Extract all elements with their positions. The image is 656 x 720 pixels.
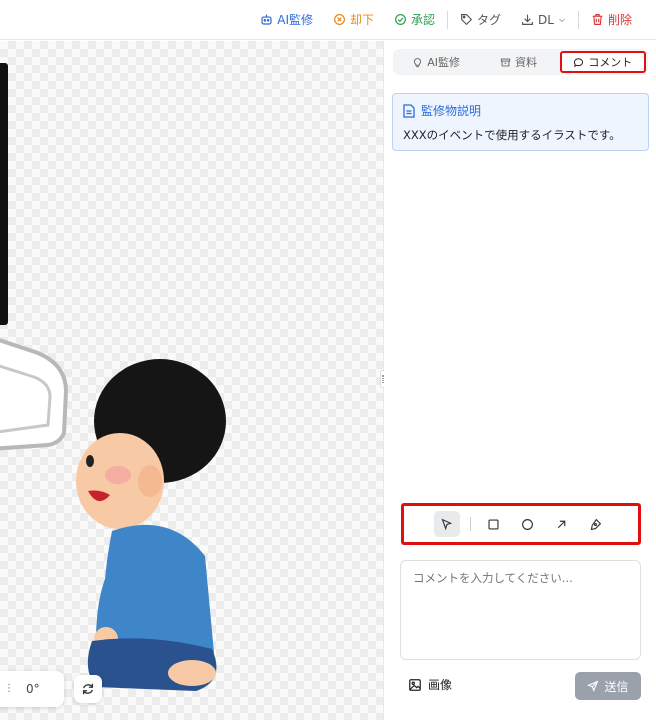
download-label: DL <box>538 12 554 27</box>
ai-review-button[interactable]: AI監修 <box>250 0 323 40</box>
tab-comments[interactable]: コメント <box>559 51 646 73</box>
tab-label: 資料 <box>514 56 537 69</box>
tag-button[interactable]: タグ <box>450 0 511 40</box>
rotation-control[interactable]: ⋮ 0° <box>0 671 64 707</box>
description-title-row: 監修物説明 <box>403 102 638 119</box>
send-icon <box>587 680 599 692</box>
circle-tool-button[interactable] <box>515 511 541 537</box>
illustration-image <box>0 63 226 691</box>
image-canvas[interactable]: ⋮ 0° <box>0 41 383 720</box>
approve-button[interactable]: 承認 <box>384 0 445 40</box>
image-icon <box>409 678 421 691</box>
ai-review-label: AI監修 <box>277 13 313 27</box>
tab-label: コメント <box>588 56 633 69</box>
cursor-arrow-icon <box>441 518 453 530</box>
description-card: 監修物説明 XXXのイベントで使用するイラストです。 <box>392 93 649 151</box>
rotation-handle-icon: ⋮ <box>4 683 14 694</box>
toolbar-divider <box>447 10 449 29</box>
trash-icon <box>592 14 603 25</box>
download-button[interactable]: DL <box>511 0 576 40</box>
description-title: 監修物説明 <box>421 104 482 118</box>
square-icon <box>488 518 499 530</box>
attach-image-label: 画像 <box>428 678 453 692</box>
archive-icon <box>500 58 511 66</box>
tab-materials[interactable]: 資料 <box>477 51 559 73</box>
robot-icon <box>261 14 272 25</box>
description-body: XXXのイベントで使用するイラストです。 <box>403 128 621 142</box>
tab-label: AI監修 <box>427 56 461 69</box>
download-icon <box>522 14 533 25</box>
chat-bubble-icon <box>574 57 584 67</box>
circle-icon <box>522 518 533 530</box>
drawing-toolbar <box>401 503 641 545</box>
rectangle-tool-button[interactable] <box>481 511 507 537</box>
lightbulb-icon <box>414 57 422 67</box>
rotation-value: 0° <box>26 682 40 696</box>
comment-input[interactable] <box>400 560 641 660</box>
approve-label: 承認 <box>411 13 436 27</box>
tab-ai-review[interactable]: AI監修 <box>395 51 477 73</box>
reject-label: 却下 <box>350 13 375 27</box>
check-circle-icon <box>395 14 406 25</box>
arrow-up-right-icon <box>557 520 566 528</box>
tag-icon <box>461 14 473 26</box>
pen-tool-button[interactable] <box>583 511 609 537</box>
reset-rotation-button[interactable] <box>74 675 102 703</box>
document-icon <box>403 103 415 118</box>
side-panel: AI監修 資料 コメント 監修物説明 XXXのイベントで使用するイラストです。 <box>384 41 656 720</box>
delete-label: 削除 <box>607 13 632 27</box>
refresh-icon <box>82 683 94 695</box>
select-tool-button[interactable] <box>433 511 460 537</box>
send-label: 送信 <box>604 679 629 694</box>
pen-icon <box>590 518 602 530</box>
top-toolbar: AI監修 却下 承認 タグ DL 削除 <box>0 0 656 40</box>
delete-button[interactable]: 削除 <box>581 0 642 40</box>
toolbar-divider <box>577 10 579 29</box>
tool-divider <box>469 517 471 531</box>
send-button[interactable]: 送信 <box>575 672 641 700</box>
arrow-tool-button[interactable] <box>549 511 575 537</box>
x-circle-icon <box>334 14 345 25</box>
attach-image-button[interactable]: 画像 <box>408 676 452 693</box>
chevron-down-icon <box>559 18 565 22</box>
tag-label: タグ <box>477 13 502 27</box>
panel-tabs: AI監修 資料 コメント <box>393 49 648 75</box>
reject-button[interactable]: 却下 <box>323 0 384 40</box>
